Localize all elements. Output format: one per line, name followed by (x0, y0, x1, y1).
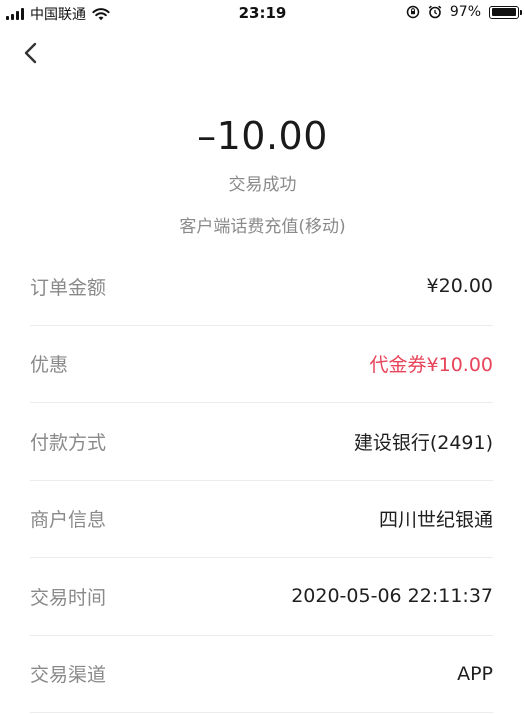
transaction-status: 交易成功 (228, 175, 297, 195)
detail-list: 订单金额 ¥20.00 优惠 代金券¥10.00 付款方式 建设银行(2491)… (30, 248, 493, 713)
discount-value: 代金券¥10.00 (369, 354, 493, 377)
battery-icon (489, 5, 522, 19)
detail-row-order-amount: 订单金额 ¥20.00 (30, 248, 493, 326)
detail-row-transaction-time: 交易时间 2020-05-06 22:11:37 (30, 558, 493, 636)
detail-label: 交易时间 (30, 586, 107, 609)
detail-label: 交易渠道 (30, 664, 107, 687)
battery-percent: 97% (449, 4, 481, 20)
transaction-amount: –10.00 (197, 114, 328, 158)
back-button[interactable] (14, 36, 48, 70)
detail-row-discount: 优惠 代金券¥10.00 (30, 326, 493, 403)
detail-label: 付款方式 (30, 431, 107, 454)
status-bar: 中国联通 23:19 97% (0, 0, 525, 28)
detail-row-transaction-channel: 交易渠道 APP (30, 636, 493, 713)
detail-label: 订单金额 (30, 276, 107, 299)
detail-label: 优惠 (30, 354, 69, 377)
alarm-icon (428, 5, 442, 19)
rotation-lock-icon (406, 5, 420, 19)
detail-value: 四川世纪银通 (378, 509, 493, 532)
detail-value: 建设银行(2491) (353, 431, 493, 454)
battery-fill (491, 8, 516, 16)
detail-row-payment-method: 付款方式 建设银行(2491) (30, 403, 493, 481)
detail-value: APP (457, 662, 493, 685)
detail-row-merchant-info: 商户信息 四川世纪银通 (30, 481, 493, 558)
transaction-description: 客户端话费充值(移动) (179, 217, 346, 237)
detail-value: 2020-05-06 22:11:37 (291, 585, 493, 608)
status-right: 97% (406, 4, 522, 20)
detail-value: ¥20.00 (426, 275, 493, 298)
detail-label: 商户信息 (30, 509, 107, 532)
chevron-left-icon (24, 42, 37, 64)
